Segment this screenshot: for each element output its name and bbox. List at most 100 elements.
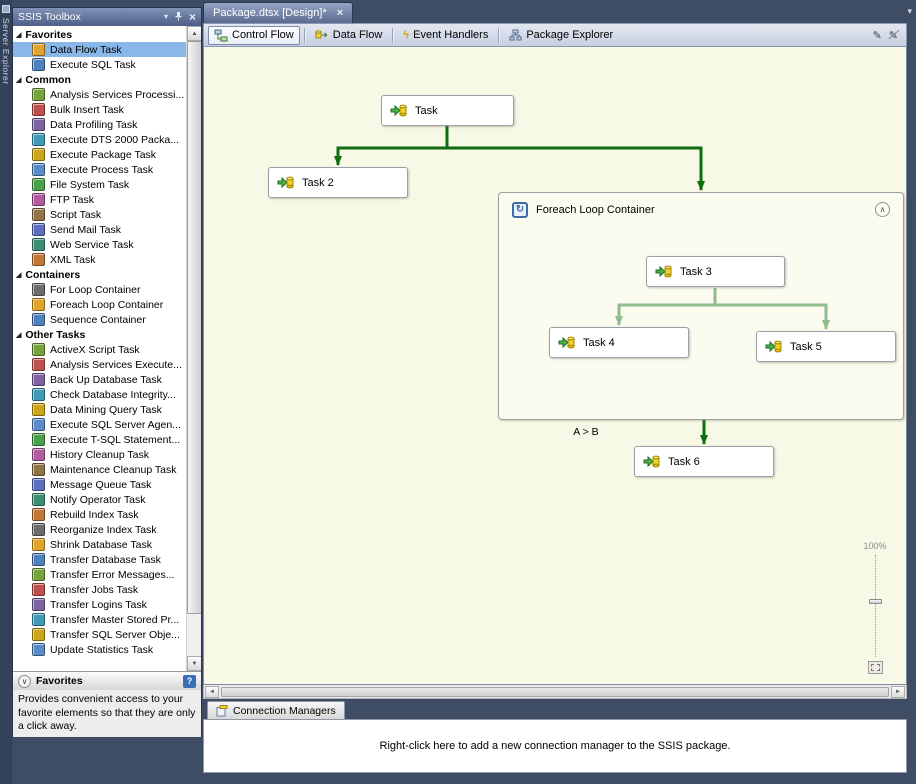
window-dropdown-caret-icon[interactable]: ▾	[907, 6, 912, 17]
tab-package-explorer[interactable]: Package Explorer	[503, 26, 619, 45]
node-task5[interactable]: Task 5	[756, 331, 896, 362]
toolbox-item[interactable]: Web Service Task	[13, 237, 186, 252]
toolbox-item[interactable]: Transfer SQL Server Obje...	[13, 627, 186, 642]
toolbox-item[interactable]: Message Queue Task	[13, 477, 186, 492]
toolbox-item[interactable]: ActiveX Script Task	[13, 342, 186, 357]
zoom-slider-thumb[interactable]	[869, 599, 882, 604]
toolbox-scrollbar[interactable]: ▲ ▼	[186, 26, 201, 671]
task-icon	[277, 175, 294, 190]
toolbox-item[interactable]: Bulk Insert Task	[13, 102, 186, 117]
toolbox-item[interactable]: Notify Operator Task	[13, 492, 186, 507]
toolbox-item[interactable]: Execute SQL Server Agen...	[13, 417, 186, 432]
view-label: Data Flow	[333, 29, 383, 41]
pencil-icon[interactable]: ✎	[873, 29, 882, 42]
toolbox-item[interactable]: Data Profiling Task	[13, 117, 186, 132]
tab-control-flow[interactable]: Control Flow	[208, 26, 300, 45]
toolbox-item[interactable]: File System Task	[13, 177, 186, 192]
control-flow-design-surface[interactable]: ↻ Foreach Loop Container ∧ Task Task 2	[203, 47, 907, 685]
favorites-footer-title: Favorites	[36, 675, 83, 687]
toolbox-item[interactable]: Transfer Database Task	[13, 552, 186, 567]
fit-to-window-button[interactable]	[868, 661, 883, 674]
node-task2[interactable]: Task 2	[268, 167, 408, 198]
foreach-loop-icon: ↻	[512, 202, 528, 218]
left-dock-strip: Server Explorer	[0, 0, 12, 784]
scroll-left-icon[interactable]: ◄	[205, 686, 219, 698]
toolbox-item[interactable]: Analysis Services Execute...	[13, 357, 186, 372]
toolbox-item[interactable]: Check Database Integrity...	[13, 387, 186, 402]
scroll-right-icon[interactable]: ►	[891, 686, 905, 698]
toolbox-item[interactable]: Foreach Loop Container	[13, 297, 186, 312]
pin-icon[interactable]	[174, 11, 183, 24]
toolbox-item[interactable]: Execute Process Task	[13, 162, 186, 177]
close-icon[interactable]: ×	[189, 11, 196, 23]
node-task4[interactable]: Task 4	[549, 327, 689, 358]
help-icon[interactable]: ?	[183, 675, 196, 688]
toolbox-item[interactable]: Back Up Database Task	[13, 372, 186, 387]
zoom-slider[interactable]	[869, 555, 882, 657]
document-tab-strip: Package.dtsx [Design]* ×	[203, 0, 907, 23]
category-expanded-triangle-icon[interactable]: ◢	[16, 271, 21, 279]
toolbox-item[interactable]: Execute DTS 2000 Packa...	[13, 132, 186, 147]
toolbox-item[interactable]: Send Mail Task	[13, 222, 186, 237]
toolbox-item-label: Data Mining Query Task	[50, 404, 162, 416]
toolbox-item[interactable]: History Cleanup Task	[13, 447, 186, 462]
tab-event-handlers[interactable]: ϟ Event Handlers	[397, 26, 494, 44]
toolbox-item[interactable]: Execute Package Task	[13, 147, 186, 162]
node-task6[interactable]: Task 6	[634, 446, 774, 477]
tab-close-icon[interactable]: ×	[337, 7, 343, 19]
toolbox-item-label: Transfer SQL Server Obje...	[50, 629, 180, 641]
toolbox-item-label: Data Profiling Task	[50, 119, 137, 131]
toolbox-item[interactable]: FTP Task	[13, 192, 186, 207]
horizontal-scrollbar[interactable]: ◄ ►	[203, 685, 907, 699]
toolbox-item[interactable]: Script Task	[13, 207, 186, 222]
toolbox-item[interactable]: Shrink Database Task	[13, 537, 186, 552]
package-explorer-icon	[509, 29, 522, 42]
toolbox-category[interactable]: ◢ Other Tasks	[13, 327, 186, 342]
node-task3[interactable]: Task 3	[646, 256, 785, 287]
toolbox-item[interactable]: Data Flow Task	[13, 42, 186, 57]
sequence-container-icon	[32, 313, 45, 326]
toolbox-item[interactable]: Transfer Logins Task	[13, 597, 186, 612]
hscrollbar-thumb[interactable]	[221, 687, 889, 697]
toolbox-item[interactable]: Update Statistics Task	[13, 642, 186, 657]
scroll-down-icon[interactable]: ▼	[187, 656, 201, 671]
toolbox-item-label: Execute T-SQL Statement...	[50, 434, 180, 446]
toolbox-item[interactable]: Transfer Master Stored Pr...	[13, 612, 186, 627]
node-label: Task 3	[680, 266, 712, 278]
toolbar-right-icons: ✎ ✎	[873, 29, 902, 42]
window-position-caret-icon[interactable]: ▾	[164, 13, 168, 21]
category-expanded-triangle-icon[interactable]: ◢	[16, 31, 21, 39]
connection-managers-panel[interactable]: Right-click here to add a new connection…	[203, 719, 907, 773]
foreach-loop-container[interactable]: ↻ Foreach Loop Container ∧	[498, 192, 904, 420]
scroll-up-icon[interactable]: ▲	[187, 26, 201, 41]
scrollbar-thumb[interactable]	[187, 41, 201, 614]
favorites-footer-header[interactable]: ∨ Favorites ?	[13, 671, 201, 690]
category-expanded-triangle-icon[interactable]: ◢	[16, 331, 21, 339]
toolbox-item[interactable]: Execute SQL Task	[13, 57, 186, 72]
pencil-disabled-icon[interactable]: ✎	[889, 29, 898, 42]
collapse-section-icon[interactable]: ∨	[18, 675, 31, 688]
toolbox-item[interactable]: Execute T-SQL Statement...	[13, 432, 186, 447]
tab-data-flow[interactable]: Data Flow	[309, 26, 389, 45]
toolbox-item[interactable]: Rebuild Index Task	[13, 507, 186, 522]
toolbox-item[interactable]: Transfer Jobs Task	[13, 582, 186, 597]
toolbox-item-label: FTP Task	[50, 194, 94, 206]
category-expanded-triangle-icon[interactable]: ◢	[16, 76, 21, 84]
toolbox-item[interactable]: XML Task	[13, 252, 186, 267]
collapse-chevron-button[interactable]: ∧	[875, 202, 890, 217]
toolbox-item[interactable]: Data Mining Query Task	[13, 402, 186, 417]
toolbox-item[interactable]: Analysis Services Processi...	[13, 87, 186, 102]
toolbox-category[interactable]: ◢Common	[13, 72, 186, 87]
toolbox-item[interactable]: Reorganize Index Task	[13, 522, 186, 537]
toolbox-item[interactable]: Maintenance Cleanup Task	[13, 462, 186, 477]
document-tab[interactable]: Package.dtsx [Design]* ×	[203, 2, 353, 23]
node-task[interactable]: Task	[381, 95, 514, 126]
toolbox-category-label: Other Tasks	[25, 329, 85, 341]
server-explorer-tab[interactable]: Server Explorer	[1, 18, 11, 85]
toolbox-category[interactable]: ◢Containers	[13, 267, 186, 282]
toolbox-item[interactable]: Sequence Container	[13, 312, 186, 327]
connection-managers-tab[interactable]: Connection Managers	[207, 701, 345, 719]
toolbox-category[interactable]: ◢Favorites	[13, 27, 186, 42]
toolbox-item[interactable]: For Loop Container	[13, 282, 186, 297]
toolbox-item[interactable]: Transfer Error Messages...	[13, 567, 186, 582]
